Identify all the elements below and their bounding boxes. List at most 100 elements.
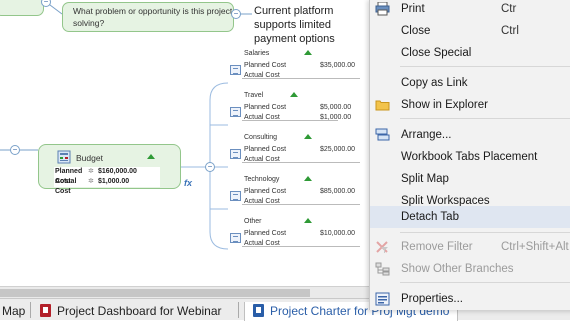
- tab-separator: [30, 302, 31, 318]
- menu-item-label: Show in Explorer: [401, 99, 488, 111]
- planned-cost-value: $25,000.00: [320, 146, 356, 153]
- planned-cost-value: $10,000.00: [320, 230, 356, 237]
- menu-item-remove-filter[interactable]: Remove Filter Ctrl+Shift+Alt: [370, 236, 570, 258]
- subtopic-underline: [242, 120, 338, 121]
- priority-icon: [304, 176, 312, 181]
- scrollbar-thumb[interactable]: [0, 289, 310, 297]
- menu-item-print[interactable]: Print Ctr: [370, 0, 570, 20]
- subtopic-other[interactable]: Other Planned Cost $10,000.00 Actual Cos…: [230, 218, 360, 250]
- collapse-toggle[interactable]: −: [205, 162, 215, 172]
- budget-row-label: Planned Cost: [55, 168, 83, 185]
- planned-cost-label: Planned Cost: [244, 230, 287, 237]
- folder-icon: [375, 100, 390, 111]
- subtopic-underline: [242, 204, 360, 205]
- question-topic[interactable]: What problem or opportunity is this proj…: [62, 2, 234, 32]
- planned-cost-label: Planned Cost: [244, 104, 287, 111]
- budget-properties: Planned Cost ✲ $160,000.00 Actual Cost ✲…: [54, 167, 160, 195]
- menu-item-label: Arrange...: [401, 129, 452, 141]
- menu-item-shortcut: Ctrl: [501, 25, 519, 37]
- subtopic-consulting[interactable]: Consulting Planned Cost $25,000.00 Actua…: [230, 134, 360, 166]
- collapse-toggle[interactable]: −: [10, 145, 20, 155]
- menu-item-properties[interactable]: Properties...: [370, 288, 570, 310]
- menu-item-close[interactable]: Close Ctrl: [370, 20, 570, 42]
- menu-item-split-map[interactable]: Split Map: [370, 168, 570, 190]
- spreadsheet-icon: [230, 107, 241, 117]
- menu-item-shortcut: Ctrl+Shift+Alt: [501, 241, 569, 253]
- priority-icon: [147, 154, 155, 159]
- subtopic-technology[interactable]: Technology Planned Cost $85,000.00 Actua…: [230, 176, 360, 208]
- menu-item-detach-tab[interactable]: Detach Tab: [370, 206, 570, 228]
- budget-row-label: Actual Cost: [55, 178, 77, 195]
- planned-cost-label: Planned Cost: [244, 62, 287, 69]
- tab-project-dashboard[interactable]: Project Dashboard for Webinar: [40, 302, 222, 321]
- horizontal-scrollbar[interactable]: [0, 286, 372, 298]
- platform-note-topic[interactable]: Current platform supports limited paymen…: [254, 4, 374, 46]
- menu-item-label: Show Other Branches: [401, 263, 514, 275]
- priority-icon: [304, 134, 312, 139]
- gear-icon: ✲: [88, 168, 94, 175]
- properties-icon: [375, 292, 390, 306]
- tab-label: Project Dashboard for Webinar: [57, 304, 222, 318]
- menu-separator: [400, 66, 570, 67]
- budget-icon: [57, 150, 71, 164]
- planned-cost-label: Planned Cost: [244, 146, 287, 153]
- tab-separator: [238, 302, 239, 318]
- menu-item-workbook-tabs-placement[interactable]: Workbook Tabs Placement: [370, 146, 570, 168]
- remove-filter-icon: [376, 241, 388, 253]
- priority-icon: [304, 50, 312, 55]
- subtopic-salaries[interactable]: Salaries Planned Cost $35,000.00 Actual …: [230, 50, 360, 82]
- menu-item-label: Workbook Tabs Placement: [401, 151, 538, 163]
- menu-item-label: Print: [401, 3, 425, 15]
- budget-topic[interactable]: Budget Planned Cost ✲ $160,000.00 Actual…: [38, 144, 181, 195]
- tab-label: Map: [2, 304, 26, 318]
- menu-item-copy-as-link[interactable]: Copy as Link: [370, 72, 570, 94]
- spreadsheet-icon: [230, 65, 241, 75]
- subtopic-name: Consulting: [244, 134, 278, 141]
- map-document-icon: [40, 304, 51, 317]
- menu-item-show-other-branches[interactable]: Show Other Branches: [370, 258, 570, 280]
- spreadsheet-icon: [230, 233, 241, 243]
- collapse-toggle[interactable]: −: [231, 9, 241, 19]
- subtopic-name: Salaries: [244, 50, 270, 57]
- planned-cost-value: $5,000.00: [320, 104, 352, 111]
- menu-item-close-special[interactable]: Close Special: [370, 42, 570, 64]
- budget-row-value: $1,000.00: [98, 178, 130, 185]
- menu-item-label: Close Special: [401, 47, 472, 59]
- budget-row-planned: Planned Cost ✲ $160,000.00: [54, 167, 160, 185]
- menu-item-label: Close: [401, 25, 431, 37]
- gear-icon: ✲: [88, 178, 94, 185]
- menu-item-shortcut: Ctr: [501, 3, 517, 15]
- planned-cost-value: $35,000.00: [320, 62, 356, 69]
- subtopic-underline: [242, 78, 360, 79]
- budget-row-actual: Actual Cost ✲ $1,000.00: [54, 177, 160, 195]
- subtopic-underline: [242, 162, 360, 163]
- subtopic-name: Other: [244, 218, 262, 225]
- menu-item-show-in-explorer[interactable]: Show in Explorer: [370, 94, 570, 116]
- map-document-icon: [253, 304, 264, 317]
- formula-icon[interactable]: fx: [184, 178, 192, 188]
- menu-item-label: Split Map: [401, 173, 449, 185]
- menu-separator: [400, 282, 570, 283]
- menu-item-label: Detach Tab: [401, 211, 459, 223]
- print-icon: [375, 2, 390, 16]
- arrange-icon: [375, 128, 390, 141]
- topic-node-partial[interactable]: ility: [0, 0, 44, 16]
- question-topic-label: What problem or opportunity is this proj…: [73, 6, 233, 28]
- budget-title: Budget: [76, 153, 103, 163]
- budget-row-value: $160,000.00: [98, 168, 137, 175]
- priority-icon: [290, 92, 298, 97]
- menu-item-label: Remove Filter: [401, 241, 473, 253]
- subtopic-name: Technology: [244, 176, 280, 183]
- menu-separator: [400, 118, 570, 119]
- menu-item-label: Copy as Link: [401, 77, 468, 89]
- tab-map[interactable]: Map: [2, 302, 25, 321]
- menu-item-label: Properties...: [401, 293, 463, 305]
- planned-cost-label: Planned Cost: [244, 188, 287, 195]
- priority-icon: [304, 218, 312, 223]
- menu-item-arrange[interactable]: Arrange...: [370, 124, 570, 146]
- subtopic-underline: [242, 246, 360, 247]
- subtopic-travel[interactable]: Travel Planned Cost $5,000.00 Actual Cos…: [230, 92, 360, 124]
- planned-cost-value: $85,000.00: [320, 188, 356, 195]
- tab-context-menu: Print Ctr Close Ctrl Close Special Copy …: [369, 0, 570, 310]
- spreadsheet-icon: [230, 191, 241, 201]
